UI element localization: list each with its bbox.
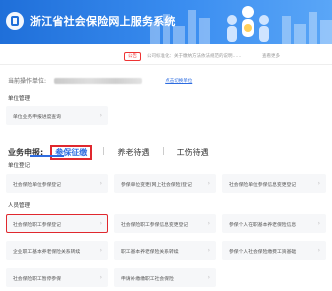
card-label: 职工基本养老保险关系转续 [121,250,179,255]
current-unit-label: 当前操作单位: [8,78,47,85]
card-label: 社会保险职工参保信息变更登记 [121,223,189,228]
chevron-right-icon: › [207,180,210,187]
notice-more-link[interactable]: 查看更多 [262,53,280,59]
logo-icon [6,12,24,30]
business-tabs: 业务申报: 参保征缴 养老待遇 工伤待遇 [8,140,209,160]
header-banner: 浙江省社会保险网上服务系统 [0,0,332,44]
section-title-person-register: 人员管理 [8,203,31,209]
building-decoration [294,24,306,44]
card-label: 社会保险单位参保登记 [13,183,61,188]
chevron-right-icon: › [99,247,102,254]
divider [0,64,332,65]
chevron-right-icon: › [99,220,102,227]
card-label: 单位业务申报进度查询 [13,115,61,120]
card-unit-info-change-register[interactable]: 社会保险单位参保信息变更登记 › [222,174,326,193]
chevron-right-icon: › [99,112,102,119]
section-title-unit-manage: 单位管理 [8,96,31,102]
notice-bar: 公告 公司标准化：关于缴纳方法依法规范的说明…… 查看更多 [0,52,332,62]
site-title: 浙江省社会保险网上服务系统 [30,15,176,28]
chevron-right-icon: › [207,220,210,227]
section-title-unit-register: 单位登记 [8,163,31,169]
chevron-right-icon: › [317,247,320,254]
card-unit-change-register[interactable]: 参保单位变更(网上社会保险)登记 › [114,174,216,193]
card-label: 申请补缴缴职工社会保险 [121,277,174,282]
chevron-right-icon: › [99,274,102,281]
card-enterprise-pension-transfer[interactable]: 企业职工基本养老保险关系转续 › [6,241,108,260]
notice-tag: 公告 [124,52,141,61]
people-illustration [218,4,278,44]
card-back-payment-apply[interactable]: 申请补缴缴职工社会保险 › [114,268,216,287]
card-label: 社会保险职工参保登记 [13,223,61,228]
card-label: 参保个人社会保险缴费工资基础 [229,250,297,255]
card-personal-pension-info[interactable]: 参保个人在职基本养老保险信息 › [222,214,326,233]
card-employee-suspend[interactable]: 社会保险职工暂停参保 › [6,268,108,287]
building-decoration [282,16,291,44]
switch-unit-link[interactable]: 点击切换单位 [165,79,192,84]
tab-separator [162,146,164,155]
building-decoration [320,20,332,44]
card-label: 企业职工基本养老保险关系转续 [13,250,81,255]
tab-separator [103,146,105,155]
card-label: 社会保险单位参保信息变更登记 [229,183,297,188]
building-decoration [188,10,196,44]
building-decoration [309,12,317,44]
chevron-right-icon: › [207,274,210,281]
building-decoration [199,18,210,44]
card-personal-wage-base[interactable]: 参保个人社会保险缴费工资基础 › [222,241,326,260]
chevron-right-icon: › [317,220,320,227]
card-unit-insurance-register[interactable]: 社会保险单位参保登记 › [6,174,108,193]
chevron-right-icon: › [207,247,210,254]
chevron-right-icon: › [317,180,320,187]
current-unit-name-redacted [54,77,143,84]
current-unit-row: 当前操作单位: 点击切换单位 [8,70,192,85]
card-label: 参保单位变更(网上社会保险)登记 [121,183,192,188]
active-tab-underline [30,155,64,157]
tab-injury-benefits[interactable]: 工伤待遇 [177,148,209,157]
chevron-right-icon: › [99,180,102,187]
tab-pension-benefits[interactable]: 养老待遇 [117,148,149,157]
card-label: 参保个人在职基本养老保险信息 [229,223,297,228]
card-employee-insurance-register[interactable]: 社会保险职工参保登记 › [6,214,108,233]
card-label: 社会保险职工暂停参保 [13,277,61,282]
card-employee-info-change[interactable]: 社会保险职工参保信息变更登记 › [114,214,216,233]
notice-text[interactable]: 公司标准化：关于缴纳方法依法规范的说明…… [147,53,242,59]
card-unit-progress-query[interactable]: 单位业务申报进度查询 › [6,106,108,125]
card-employee-pension-transfer[interactable]: 职工基本养老保险关系转续 › [114,241,216,260]
